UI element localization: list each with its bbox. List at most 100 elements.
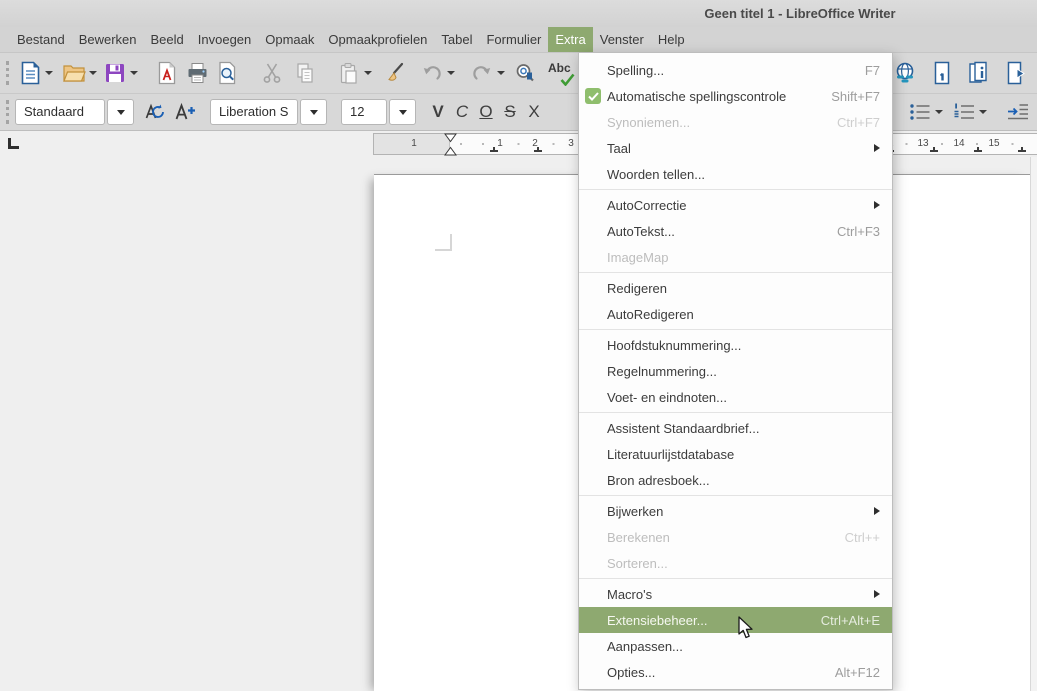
ruler-number: 1	[497, 138, 503, 149]
open-file-dropdown[interactable]	[87, 60, 99, 86]
menu-item[interactable]: Hoofdstuknummering...	[579, 332, 892, 358]
paste-icon[interactable]	[336, 60, 362, 86]
menubar-item[interactable]: Formulier	[479, 27, 548, 52]
titlebar[interactable]: Geen titel 1 - LibreOffice Writer	[0, 0, 1037, 27]
menu-item[interactable]: Voet- en eindnoten...	[579, 384, 892, 410]
toolbar-grab-handle[interactable]	[6, 100, 10, 124]
hyperlink-icon[interactable]	[892, 60, 918, 86]
menu-item[interactable]: AutoCorrectie	[579, 192, 892, 218]
tab-type-selector[interactable]	[8, 138, 19, 149]
font-size-dropdown[interactable]	[389, 99, 416, 125]
bullet-list-dropdown[interactable]	[933, 99, 945, 125]
menu-item[interactable]: Extensiebeheer... Ctrl+Alt+E	[579, 607, 892, 633]
menu-item[interactable]: Sorteren...	[579, 550, 892, 576]
save-icon[interactable]	[102, 60, 128, 86]
paragraph-style-input[interactable]: Standaard	[15, 99, 105, 125]
tab-stop-marker[interactable]	[930, 147, 938, 152]
menu-item[interactable]: Macro's	[579, 581, 892, 607]
menu-item-label: Spelling...	[607, 63, 851, 78]
new-document-icon[interactable]	[17, 60, 43, 86]
menu-item[interactable]: Automatische spellingscontrole Shift+F7	[579, 83, 892, 109]
menu-item[interactable]: AutoTekst... Ctrl+F3	[579, 218, 892, 244]
menu-item[interactable]: Woorden tellen...	[579, 161, 892, 187]
format-button[interactable]: C	[450, 99, 474, 125]
paragraph-style-dropdown[interactable]	[107, 99, 134, 125]
menu-item[interactable]: Assistent Standaardbrief...	[579, 415, 892, 441]
insert-bookmark-icon[interactable]	[1003, 60, 1029, 86]
menu-item[interactable]: Opties... Alt+F12	[579, 659, 892, 685]
menu-item[interactable]: Berekenen Ctrl++	[579, 524, 892, 550]
redo-icon[interactable]	[469, 60, 495, 86]
menu-item[interactable]: Synoniemen... Ctrl+F7	[579, 109, 892, 135]
menu-item[interactable]: Taal	[579, 135, 892, 161]
save-dropdown[interactable]	[128, 60, 140, 86]
tab-stop-marker[interactable]	[1018, 147, 1026, 152]
format-button[interactable]: S	[498, 99, 522, 125]
menu-item-label: Taal	[607, 141, 860, 156]
menu-item[interactable]: Bron adresboek...	[579, 467, 892, 493]
menubar-item[interactable]: Tabel	[434, 27, 479, 52]
menu-item-shortcut: Ctrl++	[845, 530, 880, 545]
submenu-arrow-icon	[874, 201, 880, 209]
chevron-down-icon	[399, 110, 407, 115]
checkmark-icon	[585, 88, 601, 104]
indent-marker-icon[interactable]	[444, 133, 457, 161]
format-button[interactable]: X	[522, 99, 546, 125]
auto-spellcheck-icon[interactable]: Abc	[547, 60, 575, 86]
increase-indent-icon[interactable]	[1005, 99, 1031, 125]
menubar-item[interactable]: Extra	[548, 27, 592, 52]
undo-icon[interactable]	[419, 60, 445, 86]
tab-stop-marker[interactable]	[490, 147, 498, 152]
print-icon[interactable]	[184, 60, 210, 86]
numbered-list-dropdown[interactable]	[977, 99, 989, 125]
clone-formatting-icon[interactable]	[382, 60, 408, 86]
menubar-item[interactable]: Invoegen	[191, 27, 259, 52]
numbered-list-icon[interactable]	[951, 99, 977, 125]
menu-item[interactable]: AutoRedigeren	[579, 301, 892, 327]
menu-item-label: Opties...	[607, 665, 821, 680]
menubar-item[interactable]: Venster	[593, 27, 651, 52]
open-file-icon[interactable]	[61, 60, 87, 86]
menu-item[interactable]: Bijwerken	[579, 498, 892, 524]
new-document-dropdown[interactable]	[43, 60, 55, 86]
font-name-input[interactable]: Liberation S	[210, 99, 298, 125]
font-name-combo: Liberation S	[210, 99, 327, 125]
format-button[interactable]: O	[474, 99, 498, 125]
menubar-item[interactable]: Bewerken	[72, 27, 144, 52]
menubar-item[interactable]: Opmaak	[258, 27, 321, 52]
menu-item[interactable]: ImageMap	[579, 244, 892, 270]
menu-item[interactable]: Literatuurlijstdatabase	[579, 441, 892, 467]
menu-item[interactable]: Redigeren	[579, 275, 892, 301]
vertical-scrollbar[interactable]	[1030, 157, 1037, 691]
find-and-replace-icon[interactable]	[512, 60, 538, 86]
insert-page-break-icon[interactable]	[929, 60, 955, 86]
redo-dropdown[interactable]	[495, 60, 507, 86]
menu-item-label: Synoniemen...	[607, 115, 823, 130]
paste-dropdown[interactable]	[362, 60, 374, 86]
menubar-item[interactable]: Help	[651, 27, 692, 52]
tab-stop-marker[interactable]	[974, 147, 982, 152]
menu-item-shortcut: Ctrl+F3	[837, 224, 880, 239]
font-size-input[interactable]: 12	[341, 99, 387, 125]
text-boundary-corner	[435, 234, 452, 251]
new-style-icon[interactable]	[172, 99, 198, 125]
insert-field-icon[interactable]	[966, 60, 992, 86]
update-style-icon[interactable]	[142, 99, 168, 125]
cut-icon[interactable]	[259, 60, 285, 86]
menubar-item[interactable]: Opmaakprofielen	[321, 27, 434, 52]
menu-item[interactable]: Regelnummering...	[579, 358, 892, 384]
undo-dropdown[interactable]	[445, 60, 457, 86]
menubar-item[interactable]: Bestand	[10, 27, 72, 52]
print-preview-icon[interactable]	[214, 60, 240, 86]
menubar-item[interactable]: Beeld	[144, 27, 191, 52]
copy-icon[interactable]	[292, 60, 318, 86]
format-button[interactable]: V	[426, 99, 450, 125]
menu-item[interactable]: Spelling... F7	[579, 57, 892, 83]
bullet-list-icon[interactable]	[907, 99, 933, 125]
export-pdf-icon[interactable]	[154, 60, 180, 86]
toolbar1-right-group	[892, 60, 1029, 86]
font-name-dropdown[interactable]	[300, 99, 327, 125]
tab-stop-marker[interactable]	[534, 147, 542, 152]
menu-item[interactable]: Aanpassen...	[579, 633, 892, 659]
toolbar-grab-handle[interactable]	[6, 61, 10, 85]
